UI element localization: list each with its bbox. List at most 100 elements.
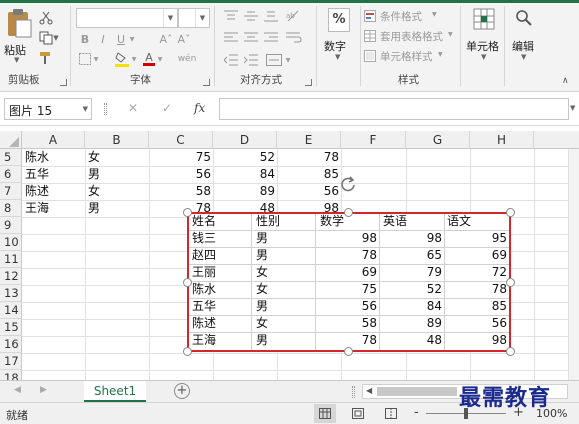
resize-handle-top[interactable] [344, 208, 353, 217]
column-header-g[interactable]: G [406, 131, 470, 149]
resize-handle-bottom-left[interactable] [183, 347, 192, 356]
merge-center-icon[interactable] [266, 54, 282, 66]
resize-handle-right[interactable] [506, 278, 515, 287]
underline-dropdown-icon[interactable]: ▼ [128, 32, 136, 46]
increase-indent-icon[interactable] [244, 54, 258, 66]
cell-b8[interactable]: 男 [88, 200, 100, 217]
bold-button[interactable]: B [78, 32, 92, 46]
cell-b5[interactable]: 女 [88, 149, 100, 166]
wrap-text-icon[interactable] [286, 32, 302, 44]
phonetic-button[interactable]: wén [174, 52, 200, 66]
copy-icon[interactable]: ▼ [38, 30, 60, 46]
row-header-7[interactable]: 7 [0, 183, 22, 200]
font-size-combo[interactable]: ▼ [178, 8, 210, 28]
resize-handle-top-left[interactable] [183, 208, 192, 217]
row-header-5[interactable]: 5 [0, 149, 22, 166]
sheet-tab-sheet1[interactable]: Sheet1 [84, 381, 146, 402]
editing-button[interactable]: 编辑 ▼ [506, 6, 542, 66]
align-top-icon[interactable] [224, 10, 238, 22]
grow-font-button[interactable]: Aˆ [158, 32, 174, 46]
column-header-d[interactable]: D [213, 131, 277, 149]
decrease-indent-icon[interactable] [224, 54, 238, 66]
number-format-button[interactable]: % 数字 ▼ [322, 6, 356, 66]
resize-handle-left[interactable] [183, 278, 192, 287]
cell-c5[interactable]: 75 [149, 149, 211, 166]
confirm-icon[interactable]: ✓ [162, 101, 172, 115]
cell-a6[interactable]: 五华 [25, 166, 49, 183]
cell-b6[interactable]: 男 [88, 166, 100, 183]
row-header-12[interactable]: 12 [0, 268, 22, 285]
font-launcher-icon[interactable] [203, 79, 210, 86]
scroll-thumb[interactable] [377, 387, 457, 396]
format-painter-icon[interactable] [38, 50, 54, 66]
fill-color-icon[interactable] [114, 50, 130, 68]
row-header-14[interactable]: 14 [0, 302, 22, 319]
cell-d7[interactable]: 89 [213, 183, 275, 200]
column-header-b[interactable]: B [85, 131, 149, 149]
orientation-icon[interactable]: ab [286, 9, 304, 23]
align-bottom-icon[interactable] [264, 10, 278, 22]
cell-e6[interactable]: 85 [277, 166, 339, 183]
name-box[interactable]: 图片 15 ▼ [4, 98, 92, 120]
add-sheet-button[interactable]: + [174, 383, 190, 399]
shrink-font-button[interactable]: Aˇ [176, 32, 192, 46]
cell-styles-button[interactable]: 单元格样式 ▼ [364, 48, 458, 64]
font-color-button[interactable]: A [142, 50, 156, 68]
align-right-icon[interactable] [264, 32, 278, 44]
resize-handle-top-right[interactable] [506, 208, 515, 217]
border-dropdown-icon[interactable]: ▼ [92, 52, 100, 66]
formula-input[interactable] [219, 98, 569, 120]
format-as-table-button[interactable]: 套用表格格式 ▼ [364, 28, 458, 44]
page-layout-icon[interactable] [352, 408, 364, 419]
cut-icon[interactable] [38, 10, 54, 26]
rotate-handle-icon[interactable] [340, 176, 356, 192]
align-middle-icon[interactable] [244, 10, 258, 22]
column-header-f[interactable]: F [341, 131, 406, 149]
resize-handle-bottom-right[interactable] [506, 347, 515, 356]
insert-function-icon[interactable]: fx [194, 101, 205, 115]
align-center-icon[interactable] [244, 32, 258, 44]
cell-a8[interactable]: 王海 [25, 200, 49, 217]
pasted-picture[interactable]: 姓名 性别 数学 英语 语文 钱三 男 98 98 95 赵四 男 78 65 … [187, 212, 511, 352]
font-name-combo[interactable]: ▼ [76, 8, 178, 28]
cell-a5[interactable]: 陈水 [25, 149, 49, 166]
column-header-a[interactable]: A [22, 131, 85, 149]
cell-e5[interactable]: 78 [277, 149, 339, 166]
row-header-16[interactable]: 16 [0, 336, 22, 353]
row-header-18[interactable]: 18 [0, 370, 22, 380]
font-color-dropdown-icon[interactable]: ▼ [156, 52, 164, 66]
row-header-6[interactable]: 6 [0, 166, 22, 183]
scroll-tabs-left-icon[interactable]: ◀ [14, 385, 21, 395]
row-header-10[interactable]: 10 [0, 234, 22, 251]
cell-d5[interactable]: 52 [213, 149, 275, 166]
cancel-icon[interactable]: ✕ [128, 101, 138, 115]
row-header-13[interactable]: 13 [0, 285, 22, 302]
cell-c7[interactable]: 58 [149, 183, 211, 200]
column-header-e[interactable]: E [277, 131, 341, 149]
cell-d6[interactable]: 84 [213, 166, 275, 183]
row-header-9[interactable]: 9 [0, 217, 22, 234]
zoom-slider[interactable] [426, 408, 506, 419]
cell-a7[interactable]: 陈述 [25, 183, 49, 200]
fill-color-dropdown-icon[interactable]: ▼ [130, 52, 138, 66]
scroll-tabs-right-icon[interactable]: ▶ [40, 385, 47, 395]
row-header-15[interactable]: 15 [0, 319, 22, 336]
zoom-out-button[interactable]: - [414, 405, 419, 420]
row-header-17[interactable]: 17 [0, 353, 22, 370]
cell-e7[interactable]: 56 [277, 183, 339, 200]
cell-c6[interactable]: 56 [149, 166, 211, 183]
select-all-corner[interactable] [0, 131, 22, 149]
row-header-11[interactable]: 11 [0, 251, 22, 268]
paste-button[interactable]: 粘贴 ▼ [4, 8, 34, 66]
cells-button[interactable]: 单元格 ▼ [464, 6, 504, 66]
cell-b7[interactable]: 女 [88, 183, 100, 200]
tab-split-handle[interactable] [352, 386, 355, 398]
italic-button[interactable]: I [96, 32, 110, 46]
collapse-ribbon-icon[interactable]: ∧ [562, 76, 569, 86]
column-header-h[interactable]: H [470, 131, 534, 149]
merge-dropdown-icon[interactable]: ▼ [284, 54, 292, 66]
vertical-scrollbar[interactable] [568, 149, 579, 380]
resize-handle-bottom[interactable] [344, 347, 353, 356]
align-left-icon[interactable] [224, 32, 238, 44]
alignment-launcher-icon[interactable] [305, 79, 312, 86]
